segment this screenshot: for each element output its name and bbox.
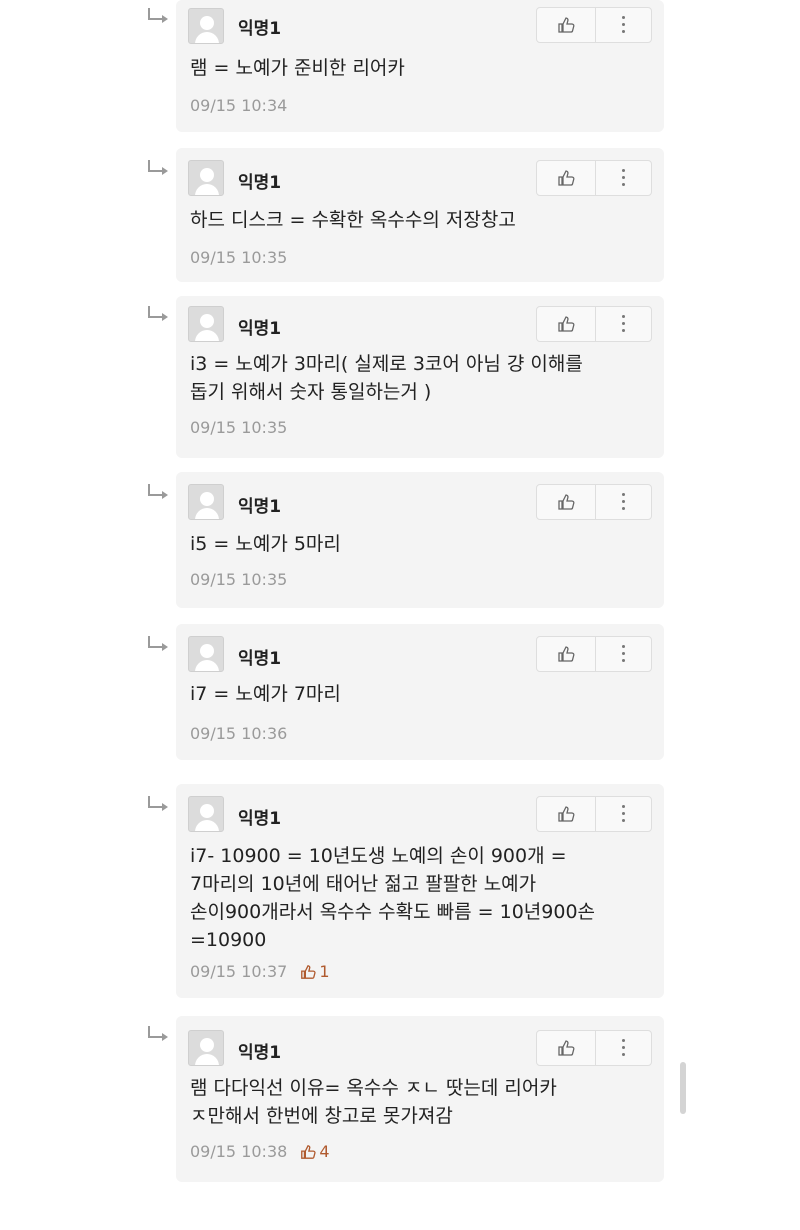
more-button[interactable] (596, 637, 652, 671)
thumbs-up-icon (558, 170, 575, 186)
comment-card: 익명1 램 다다익선 이유= 옥수수 ㅈㄴ 땃는데 리어카 ㅈ만해서 한번에 창… (176, 1016, 664, 1182)
comment-card: 익명1 i7- 10900 = 10년도생 노예의 손이 900개 = 7마리의… (176, 784, 664, 998)
avatar[interactable] (188, 636, 224, 672)
comment-time: 09/15 10:35 (190, 570, 288, 589)
comment-author[interactable]: 익명1 (238, 168, 281, 193)
comment-actions (536, 484, 652, 520)
avatar[interactable] (188, 306, 224, 342)
thumbs-up-icon (301, 965, 317, 979)
comment-text: i3 = 노예가 3마리( 실제로 3코어 아님 걍 이해를 돕기 위해서 숫자… (190, 353, 583, 403)
comment-meta: 09/15 10:35 (190, 418, 287, 437)
like-button[interactable] (537, 637, 595, 671)
thumbs-up-icon (558, 806, 575, 822)
avatar[interactable] (188, 1030, 224, 1066)
comment-author[interactable]: 익명1 (238, 1038, 281, 1063)
comment-actions (536, 306, 652, 342)
like-button[interactable] (537, 8, 595, 42)
thumbs-up-icon (558, 646, 575, 662)
more-vertical-icon (622, 315, 626, 333)
comment-author[interactable]: 익명1 (238, 314, 281, 339)
comment-meta: 09/15 10:37 1 (190, 962, 330, 981)
comment-card: 익명1 i5 = 노예가 5마리 09/15 10:35 (176, 472, 664, 608)
like-count-value: 1 (319, 962, 330, 981)
reply-arrow-icon (148, 796, 168, 811)
comment-card: 익명1 램 = 노예가 준비한 리어카 09/15 10:34 (176, 0, 664, 132)
thumbs-up-icon (301, 1145, 317, 1159)
comment-time: 09/15 10:38 (190, 1142, 288, 1161)
more-vertical-icon (622, 16, 626, 34)
thumbs-up-icon (558, 17, 575, 33)
reply-arrow-icon (148, 484, 168, 499)
comment-card: 익명1 i7 = 노예가 7마리 09/15 10:36 (176, 624, 664, 760)
comment-card: 익명1 i3 = 노예가 3마리( 실제로 3코어 아님 걍 이해를 돕기 위해… (176, 296, 664, 458)
reply-arrow-icon (148, 306, 168, 321)
like-count[interactable]: 1 (300, 962, 330, 981)
like-button[interactable] (537, 485, 595, 519)
avatar[interactable] (188, 484, 224, 520)
comment-actions (536, 160, 652, 196)
more-button[interactable] (596, 1031, 652, 1065)
comment-author[interactable]: 익명1 (238, 492, 281, 517)
comment-meta: 09/15 10:34 (190, 96, 287, 115)
comment-card: 익명1 하드 디스크 = 수확한 옥수수의 저장창고 09/15 10:35 (176, 148, 664, 282)
comment-actions (536, 1030, 652, 1066)
comment-time: 09/15 10:35 (190, 248, 288, 267)
scrollbar[interactable] (680, 1062, 686, 1114)
thumbs-up-icon (558, 494, 575, 510)
reply-arrow-icon (148, 1026, 168, 1041)
comment-time: 09/15 10:37 (190, 962, 288, 981)
comment-text: i7 = 노예가 7마리 (190, 683, 341, 705)
thumbs-up-icon (558, 316, 575, 332)
comment-actions (536, 796, 652, 832)
more-button[interactable] (596, 161, 652, 195)
avatar[interactable] (188, 796, 224, 832)
more-vertical-icon (622, 805, 626, 823)
more-button[interactable] (596, 485, 652, 519)
comment-meta: 09/15 10:36 (190, 724, 287, 743)
thumbs-up-icon (558, 1040, 575, 1056)
more-vertical-icon (622, 645, 626, 663)
comment-actions (536, 7, 652, 43)
like-count-value: 4 (319, 1142, 330, 1161)
comment-text: 램 = 노예가 준비한 리어카 (190, 57, 405, 79)
reply-arrow-icon (148, 8, 168, 23)
comment-author[interactable]: 익명1 (238, 14, 281, 39)
more-vertical-icon (622, 1039, 626, 1057)
more-button[interactable] (596, 307, 652, 341)
comment-actions (536, 636, 652, 672)
more-button[interactable] (596, 797, 652, 831)
like-count[interactable]: 4 (300, 1142, 330, 1161)
like-button[interactable] (537, 307, 595, 341)
more-button[interactable] (596, 8, 652, 42)
comment-text: 램 다다익선 이유= 옥수수 ㅈㄴ 땃는데 리어카 ㅈ만해서 한번에 창고로 못… (190, 1077, 557, 1127)
comment-time: 09/15 10:35 (190, 418, 288, 437)
comment-author[interactable]: 익명1 (238, 644, 281, 669)
comment-text: 하드 디스크 = 수확한 옥수수의 저장창고 (190, 209, 516, 231)
like-button[interactable] (537, 797, 595, 831)
like-button[interactable] (537, 161, 595, 195)
more-vertical-icon (622, 493, 626, 511)
comment-text: i5 = 노예가 5마리 (190, 533, 341, 555)
avatar[interactable] (188, 160, 224, 196)
comment-time: 09/15 10:34 (190, 96, 288, 115)
reply-arrow-icon (148, 636, 168, 651)
more-vertical-icon (622, 169, 626, 187)
reply-arrow-icon (148, 160, 168, 175)
comment-author[interactable]: 익명1 (238, 804, 281, 829)
comment-meta: 09/15 10:35 (190, 248, 287, 267)
comment-meta: 09/15 10:35 (190, 570, 287, 589)
comment-text: i7- 10900 = 10년도생 노예의 손이 900개 = 7마리의 10년… (190, 845, 596, 951)
comment-time: 09/15 10:36 (190, 724, 288, 743)
avatar[interactable] (188, 8, 224, 44)
like-button[interactable] (537, 1031, 595, 1065)
comment-meta: 09/15 10:38 4 (190, 1142, 330, 1161)
